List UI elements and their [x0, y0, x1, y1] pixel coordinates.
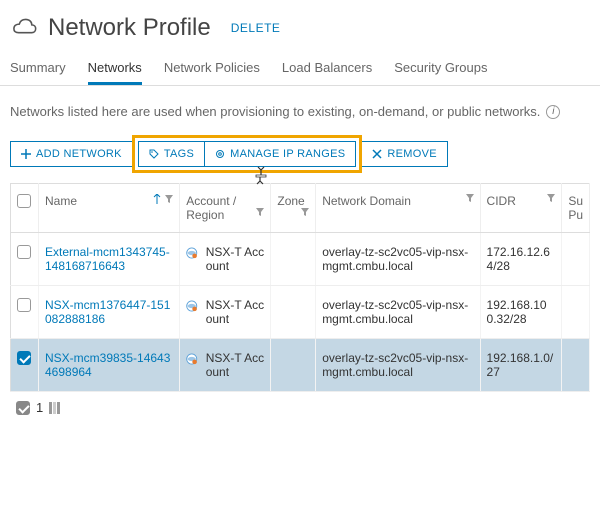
- zone-cell: [271, 286, 316, 339]
- tab-security-groups[interactable]: Security Groups: [394, 54, 487, 85]
- highlight-box: TAGS MANAGE IP RANGES: [132, 135, 363, 173]
- filter-icon[interactable]: [256, 208, 264, 216]
- remove-label: REMOVE: [387, 148, 436, 160]
- row-checkbox[interactable]: [17, 351, 31, 365]
- nsx-icon: [186, 351, 197, 367]
- network-name-link[interactable]: NSX-mcm1376447-151082888186: [45, 298, 170, 326]
- tab-bar: Summary Networks Network Policies Load B…: [0, 54, 600, 86]
- table-footer: 1: [0, 392, 600, 423]
- col-name-label: Name: [45, 194, 77, 208]
- toolbar: ADD NETWORK TAGS MANAGE IP RANGES REMOVE: [0, 135, 600, 183]
- domain-cell: overlay-tz-sc2vc05-vip-nsx-mgmt.cmbu.loc…: [316, 339, 480, 392]
- col-cidr[interactable]: CIDR: [480, 184, 562, 233]
- table-row[interactable]: NSX-mcm1376447-151082888186 NSX-T Accoun…: [11, 286, 590, 339]
- row-checkbox[interactable]: [17, 245, 31, 259]
- col-zone[interactable]: Zone: [271, 184, 316, 233]
- description-text: Networks listed here are used when provi…: [10, 104, 540, 119]
- col-name[interactable]: Name: [39, 184, 180, 233]
- account-name: NSX-T Account: [206, 245, 265, 273]
- selected-count: 1: [36, 400, 43, 415]
- account-name: NSX-T Account: [206, 298, 265, 326]
- cidr-cell: 172.16.12.64/28: [480, 233, 562, 286]
- account-name: NSX-T Account: [206, 351, 265, 379]
- select-all-checkbox[interactable]: [17, 194, 31, 208]
- tags-label: TAGS: [164, 148, 194, 160]
- col-domain-label: Network Domain: [322, 194, 411, 208]
- manage-ip-ranges-button[interactable]: MANAGE IP RANGES: [204, 141, 356, 167]
- add-network-label: ADD NETWORK: [36, 148, 122, 160]
- col-zone-label: Zone: [277, 194, 304, 208]
- page-title: Network Profile: [48, 14, 211, 42]
- gear-icon: [215, 149, 225, 159]
- filter-icon[interactable]: [165, 195, 173, 203]
- sort-asc-icon[interactable]: [153, 194, 161, 204]
- delete-button[interactable]: DELETE: [231, 21, 281, 35]
- tags-button[interactable]: TAGS: [138, 141, 205, 167]
- tab-networks[interactable]: Networks: [88, 54, 142, 85]
- cursor-icon: [253, 166, 269, 186]
- zone-cell: [271, 339, 316, 392]
- row-checkbox[interactable]: [17, 298, 31, 312]
- cidr-cell: 192.168.100.32/28: [480, 286, 562, 339]
- nsx-icon: [186, 245, 197, 261]
- networks-table: Name Account / Region Zone Network Domai…: [10, 183, 590, 392]
- remove-button[interactable]: REMOVE: [361, 141, 447, 167]
- description-row: Networks listed here are used when provi…: [0, 86, 600, 135]
- col-domain[interactable]: Network Domain: [316, 184, 480, 233]
- column-picker-icon[interactable]: [49, 402, 63, 414]
- filter-icon[interactable]: [466, 194, 474, 202]
- col-su-label: Su Pu: [568, 194, 583, 222]
- col-cidr-label: CIDR: [487, 194, 516, 208]
- tag-icon: [149, 149, 159, 159]
- table-row[interactable]: NSX-mcm39835-146434698964 NSX-T Account …: [11, 339, 590, 392]
- tab-network-policies[interactable]: Network Policies: [164, 54, 260, 85]
- filter-icon[interactable]: [547, 194, 555, 202]
- x-icon: [372, 149, 382, 159]
- cidr-cell: 192.168.1.0/27: [480, 339, 562, 392]
- network-name-link[interactable]: External-mcm1343745-148168716643: [45, 245, 170, 273]
- domain-cell: overlay-tz-sc2vc05-vip-nsx-mgmt.cmbu.loc…: [316, 233, 480, 286]
- domain-cell: overlay-tz-sc2vc05-vip-nsx-mgmt.cmbu.loc…: [316, 286, 480, 339]
- col-account-label: Account / Region: [186, 194, 236, 222]
- info-icon[interactable]: i: [546, 105, 560, 119]
- tab-summary[interactable]: Summary: [10, 54, 66, 85]
- zone-cell: [271, 233, 316, 286]
- filter-icon[interactable]: [301, 208, 309, 216]
- selection-indicator: [16, 401, 30, 415]
- manage-ip-label: MANAGE IP RANGES: [230, 148, 345, 160]
- col-account[interactable]: Account / Region: [180, 184, 271, 233]
- tab-load-balancers[interactable]: Load Balancers: [282, 54, 372, 85]
- plus-icon: [21, 149, 31, 159]
- cloud-icon: [10, 16, 38, 40]
- nsx-icon: [186, 298, 197, 314]
- table-row[interactable]: External-mcm1343745-148168716643 NSX-T A…: [11, 233, 590, 286]
- network-name-link[interactable]: NSX-mcm39835-146434698964: [45, 351, 170, 379]
- col-su[interactable]: Su Pu: [562, 184, 590, 233]
- add-network-button[interactable]: ADD NETWORK: [10, 141, 133, 167]
